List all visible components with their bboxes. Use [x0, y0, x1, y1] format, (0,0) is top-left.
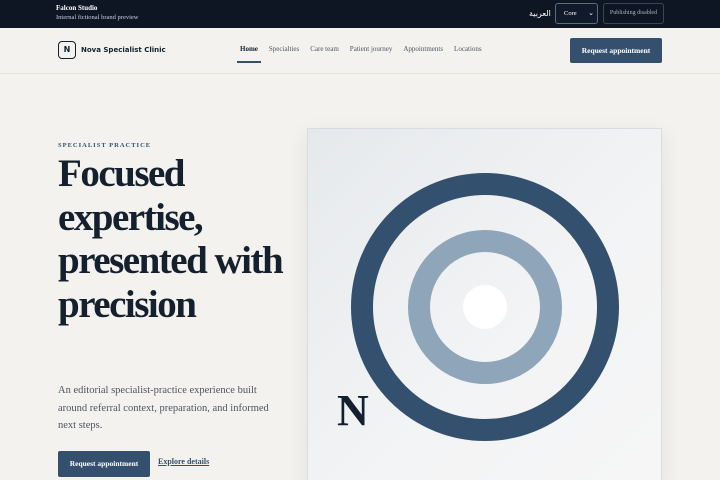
visual-monogram: N	[337, 386, 369, 435]
nav-link-patient-journey[interactable]: Patient journey	[350, 45, 393, 53]
theme-select[interactable]: Core ⌄	[555, 3, 598, 24]
studio-subtitle: Internal fictional brand preview	[56, 14, 139, 21]
chevron-down-icon: ⌄	[588, 9, 594, 17]
brand-name[interactable]: Nova Specialist Clinic	[81, 46, 166, 54]
hero-headline: Focused expertise, presented with precis…	[58, 152, 284, 326]
nav-link-specialties[interactable]: Specialties	[269, 45, 299, 53]
nav-link-appointments[interactable]: Appointments	[403, 45, 443, 53]
publishing-disabled-button[interactable]: Publishing disabled	[603, 3, 664, 24]
nav-links: Home Specialties Care team Patient journ…	[237, 45, 493, 63]
studio-name: Falcon Studio	[56, 4, 98, 12]
nav-link-locations[interactable]: Locations	[454, 45, 482, 53]
brand-logo-icon[interactable]: N	[58, 41, 76, 59]
main-nav: N Nova Specialist Clinic Home Specialtie…	[0, 28, 720, 74]
language-switch-link[interactable]: العربية	[529, 9, 551, 18]
hero-eyebrow: SPECIALIST PRACTICE	[58, 142, 152, 149]
studio-bar: Falcon Studio Internal fictional brand p…	[0, 0, 720, 28]
nav-link-care-team[interactable]: Care team	[310, 45, 339, 53]
hero-lede: An editorial specialist-practice experie…	[58, 385, 269, 431]
theme-select-value: Core	[564, 10, 577, 17]
nav-request-appointment-button[interactable]: Request appointment	[570, 38, 662, 63]
hero-request-appointment-button[interactable]: Request appointment	[58, 451, 150, 477]
nav-link-home[interactable]: Home	[237, 45, 261, 63]
hero-visual: N	[307, 128, 662, 480]
explore-details-link[interactable]: Explore details	[158, 457, 209, 466]
center-dot	[463, 285, 507, 329]
